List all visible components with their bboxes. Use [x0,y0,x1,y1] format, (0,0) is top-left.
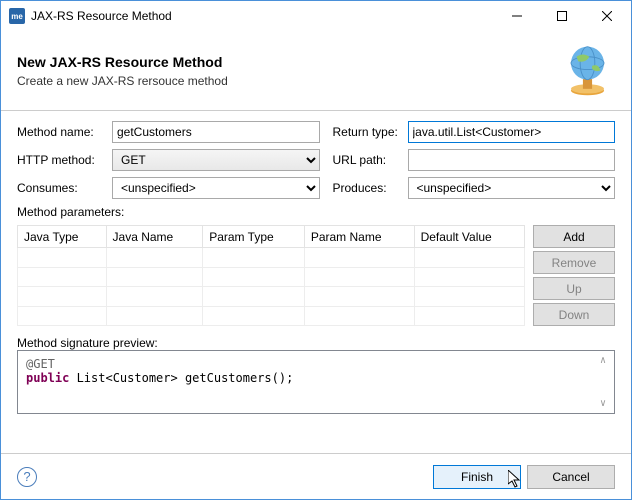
parameters-table[interactable]: Java Type Java Name Param Type Param Nam… [17,225,525,326]
remove-button: Remove [533,251,615,274]
signature-preview: ∧ ∨ @GET public List<Customer> getCustom… [17,350,615,414]
window-title: JAX-RS Resource Method [31,9,494,23]
help-icon[interactable]: ? [17,467,37,487]
close-button[interactable] [584,1,629,31]
form-content: Method name: Return type: HTTP method: G… [1,111,631,453]
col-java-type[interactable]: Java Type [18,226,107,248]
col-param-name[interactable]: Param Name [304,226,414,248]
consumes-select[interactable]: <unspecified> [112,177,320,199]
up-button: Up [533,277,615,300]
add-button[interactable]: Add [533,225,615,248]
return-type-input[interactable] [408,121,616,143]
table-row[interactable] [18,287,525,307]
return-type-label: Return type: [333,125,403,139]
dialog-subheading: Create a new JAX-RS rersouce method [17,74,560,88]
col-default-value[interactable]: Default Value [414,226,524,248]
preview-access: public [26,371,69,385]
dialog-footer: ? Finish Cancel [1,453,631,499]
produces-select[interactable]: <unspecified> [408,177,616,199]
finish-button[interactable]: Finish [433,465,521,489]
method-name-label: Method name: [17,125,107,139]
preview-annotation: @GET [26,357,55,371]
window-titlebar: me JAX-RS Resource Method [1,1,631,31]
produces-label: Produces: [333,181,403,195]
col-param-type[interactable]: Param Type [203,226,305,248]
http-method-label: HTTP method: [17,153,107,167]
consumes-label: Consumes: [17,181,107,195]
dialog-heading: New JAX-RS Resource Method [17,54,560,70]
http-method-select[interactable]: GET [112,149,320,171]
table-row[interactable] [18,306,525,326]
scroll-down-icon[interactable]: ∨ [600,398,612,409]
col-java-name[interactable]: Java Name [106,226,203,248]
table-row[interactable] [18,267,525,287]
url-path-input[interactable] [408,149,616,171]
globe-wizard-icon [560,43,615,98]
preview-rest: List<Customer> getCustomers(); [69,371,293,385]
table-row[interactable] [18,248,525,268]
cancel-button[interactable]: Cancel [527,465,615,489]
down-button: Down [533,303,615,326]
minimize-button[interactable] [494,1,539,31]
maximize-button[interactable] [539,1,584,31]
preview-label: Method signature preview: [17,336,615,350]
dialog-header: New JAX-RS Resource Method Create a new … [1,31,631,111]
scroll-up-icon[interactable]: ∧ [600,355,612,366]
parameters-label: Method parameters: [17,205,615,219]
app-icon: me [9,8,25,24]
method-name-input[interactable] [112,121,320,143]
url-path-label: URL path: [333,153,403,167]
